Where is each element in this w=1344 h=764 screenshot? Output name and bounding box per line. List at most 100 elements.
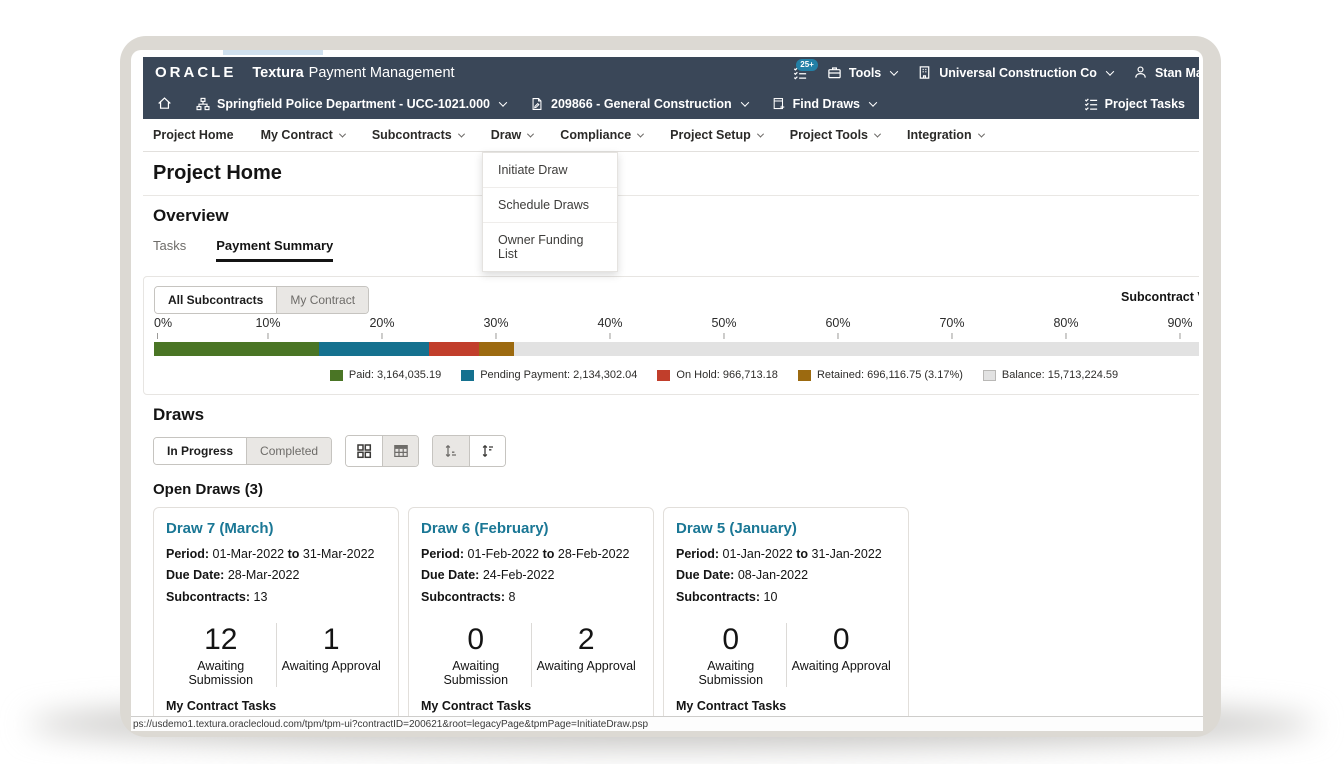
draw-period: Period: 01-Mar-2022 to 31-Mar-2022 [166,544,386,565]
tasks-button[interactable]: 25+ [793,66,807,80]
tab-tasks[interactable]: Tasks [153,238,186,262]
legend-label: Balance: 15,713,224.59 [1002,369,1118,381]
axis-tick-label: 70% [939,316,964,331]
due-date-label: Due Date: [421,568,479,582]
draw-dropdown-item-initiate-draw[interactable]: Initiate Draw [483,153,617,188]
scope-toggle-my-contract[interactable]: My Contract [276,287,368,313]
draw-card-title[interactable]: Draw 7 (March) [166,520,386,537]
project-selector[interactable]: Springfield Police Department - UCC-1021… [196,97,506,111]
axis-tick-label: 50% [711,316,736,331]
stat-label: Awaiting Approval [279,659,385,673]
menu-item-draw[interactable]: Draw [491,128,534,142]
legend-item-pending-payment: Pending Payment: 2,134,302.04 [461,369,637,381]
axis-tick: 70% [939,316,964,339]
axis-tick: 90% [1167,316,1192,339]
legend-label: On Hold: 966,713.18 [676,369,778,381]
menu-item-integration[interactable]: Integration [907,128,984,142]
draw-due-subcontracts: Due Date: 28-Mar-2022 Subcontracts: 13 [166,565,386,608]
status-toggle-in-progress[interactable]: In Progress [154,438,246,464]
draw-stats: 12Awaiting Submission1Awaiting Approval [166,623,386,688]
user-menu[interactable]: Stan Martin [1133,65,1199,80]
overview-tabs: Tasks Payment Summary [153,238,1199,262]
grid-view-button[interactable] [346,436,382,466]
stat-awaiting-approval: 2Awaiting Approval [531,623,642,688]
home-button[interactable] [157,96,172,111]
device-frame: ORACLE TexturaPayment Management 25+ Too… [120,36,1221,737]
axis-tick: 30% [483,316,508,339]
home-icon [157,96,172,111]
project-tasks-button[interactable]: Project Tasks [1084,97,1199,111]
subcontracts-label: Subcontracts: [676,590,760,604]
menu-item-project-home[interactable]: Project Home [153,128,234,142]
axis-tick: 60% [825,316,850,339]
chevron-down-icon [874,130,881,137]
payment-summary-header: All SubcontractsMy Contract Subcontract … [154,286,1199,316]
axis-tick-label: 90% [1167,316,1192,331]
stat-label: Awaiting Approval [534,659,640,673]
find-draws-icon [772,97,786,111]
bar-segment-paid [154,342,319,356]
contract-selector[interactable]: 209866 - General Construction [530,97,748,111]
payment-summary-panel: All SubcontractsMy Contract Subcontract … [143,276,1199,395]
period-to: to [543,547,555,561]
axis-tick-label: 80% [1053,316,1078,331]
product-name: Textura [252,65,303,81]
draw-card: Draw 7 (March) Period: 01-Mar-2022 to 31-… [153,507,399,731]
project-label: Springfield Police Department - UCC-1021… [217,97,490,111]
tab-payment-summary[interactable]: Payment Summary [216,238,333,262]
percent-axis: 0%10%20%30%40%50%60%70%80%90% [154,316,1199,340]
draw-card-title[interactable]: Draw 5 (January) [676,520,896,537]
legend-item-on-hold: On Hold: 966,713.18 [657,369,778,381]
draw-stats: 0Awaiting Submission0Awaiting Approval [676,623,896,688]
draw-card-title[interactable]: Draw 6 (February) [421,520,641,537]
legend-swatch [798,370,811,381]
axis-tick-mark [838,333,839,339]
axis-tick-mark [157,333,158,339]
axis-tick-mark [382,333,383,339]
axis-tick-mark [610,333,611,339]
period-label: Period: [676,547,719,561]
company-menu[interactable]: Universal Construction Co [917,65,1113,80]
menu-item-label: Draw [491,128,522,142]
chevron-down-icon [637,130,644,137]
menu-item-my-contract[interactable]: My Contract [261,128,345,142]
axis-tick-mark [268,333,269,339]
axis-tick-label: 30% [483,316,508,331]
scope-toggle-all-subcontracts[interactable]: All Subcontracts [155,287,276,313]
draw-dropdown-item-owner-funding-list[interactable]: Owner Funding List [483,223,617,271]
status-toggle-completed[interactable]: Completed [246,438,331,464]
chevron-down-icon [869,98,877,106]
find-draws-menu[interactable]: Find Draws [772,97,876,111]
axis-tick-mark [1180,333,1181,339]
scope-toggle: All SubcontractsMy Contract [154,286,369,314]
sort-ascending-button[interactable] [433,436,469,466]
tools-menu[interactable]: Tools [827,65,897,80]
global-header-right: 25+ Tools Universal Construction Co [793,65,1199,80]
sort-descending-button[interactable] [469,436,505,466]
chevron-down-icon [527,130,534,137]
draw-card: Draw 6 (February)Period: 01-Feb-2022 to … [408,507,654,731]
my-contract-tasks-heading: My Contract Tasks [676,699,896,713]
tools-label: Tools [849,66,881,80]
briefcase-icon [827,65,842,80]
menu-item-subcontracts[interactable]: Subcontracts [372,128,464,142]
stat-label: Awaiting Submission [423,659,529,687]
chevron-down-icon [890,67,898,75]
menu-item-label: Integration [907,128,972,142]
stat-awaiting-submission: 0Awaiting Submission [676,623,786,688]
product-suffix: Payment Management [309,65,455,81]
stat-value: 2 [534,623,640,658]
draw-dropdown-item-schedule-draws[interactable]: Schedule Draws [483,188,617,223]
stat-label: Awaiting Approval [789,659,895,673]
menu-item-label: Project Home [153,128,234,142]
axis-tick-mark [952,333,953,339]
company-label: Universal Construction Co [939,66,1097,80]
menu-item-project-setup[interactable]: Project Setup [670,128,763,142]
textura-app: ORACLE TexturaPayment Management 25+ Too… [143,57,1199,731]
menu-item-compliance[interactable]: Compliance [560,128,643,142]
view-switcher [345,435,419,467]
sort-controls [432,435,506,467]
table-view-button[interactable] [382,436,418,466]
axis-tick-label: 60% [825,316,850,331]
menu-item-project-tools[interactable]: Project Tools [790,128,880,142]
